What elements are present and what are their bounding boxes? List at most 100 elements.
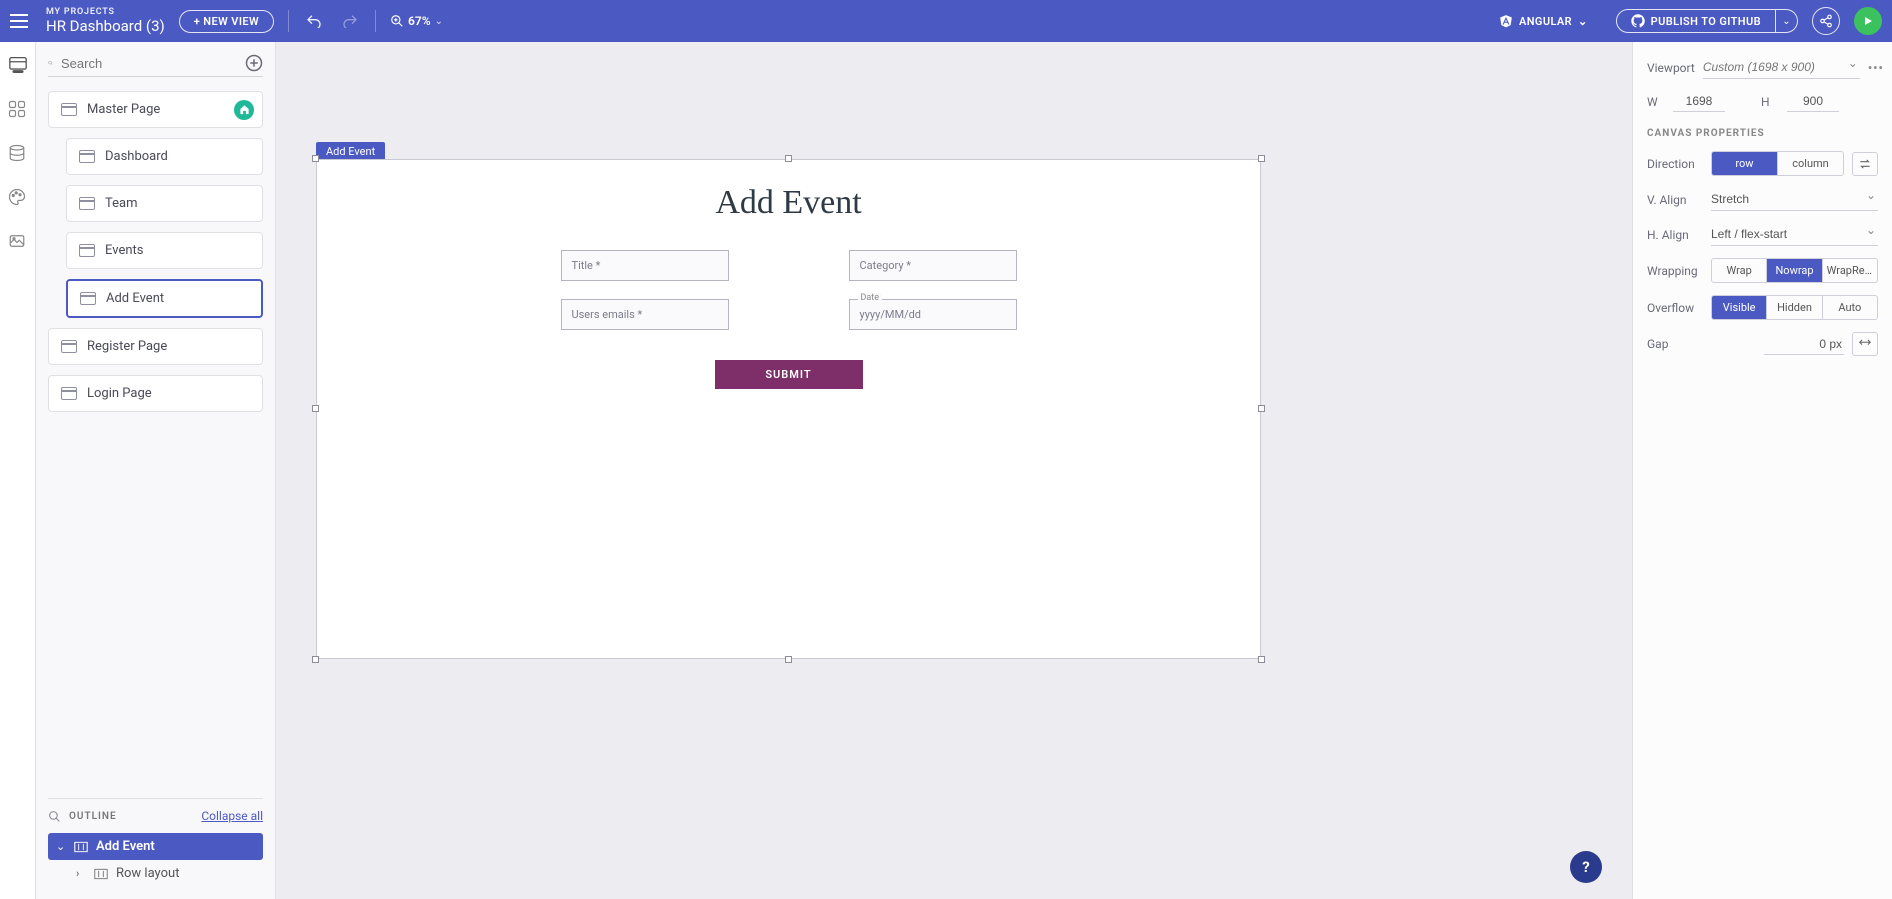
page-label: Events xyxy=(105,243,143,258)
layout-icon xyxy=(74,841,88,853)
users-emails-field[interactable]: Users emails * xyxy=(561,299,729,330)
divider xyxy=(288,10,289,32)
outline-row-layout[interactable]: › Row layout xyxy=(48,860,263,887)
publish-dropdown[interactable]: ⌄ xyxy=(1776,9,1798,33)
form-heading: Add Event xyxy=(317,184,1260,222)
swap-direction-button[interactable] xyxy=(1852,152,1878,176)
collapse-all-link[interactable]: Collapse all xyxy=(201,809,263,823)
publish-button[interactable]: PUBLISH TO GITHUB xyxy=(1616,9,1776,33)
page-events[interactable]: Events xyxy=(66,232,263,269)
page-dashboard[interactable]: Dashboard xyxy=(66,138,263,175)
share-icon xyxy=(1819,14,1833,28)
zoom-dropdown[interactable]: 67% ⌄ xyxy=(390,14,443,28)
menu-button[interactable] xyxy=(10,14,28,28)
outline-section: OUTLINE Collapse all ⌄ Add Event › Row l… xyxy=(48,798,263,887)
nowrap-option[interactable]: Nowrap xyxy=(1766,259,1821,282)
wrap-option[interactable]: Wrap xyxy=(1712,259,1766,282)
outline-root[interactable]: ⌄ Add Event xyxy=(48,833,263,860)
date-field[interactable]: Date yyyy/MM/dd xyxy=(849,299,1017,330)
overflow-hidden[interactable]: Hidden xyxy=(1766,296,1821,319)
resize-handle[interactable] xyxy=(785,656,792,663)
undo-button[interactable] xyxy=(303,10,325,32)
home-badge xyxy=(234,100,254,120)
category-field[interactable]: Category * xyxy=(849,250,1017,281)
main-area: Master Page Dashboard Team Events Add Ev… xyxy=(0,42,1892,899)
search-input[interactable] xyxy=(61,56,237,71)
chevron-down-icon: ⌄ xyxy=(435,16,443,27)
gap-lock-button[interactable] xyxy=(1852,332,1878,356)
properties-panel: Viewport ••• W H CANVAS PROPERTIES Direc… xyxy=(1632,42,1892,899)
design-surface[interactable]: Add Event Title * Category * Users email… xyxy=(316,159,1261,659)
play-icon xyxy=(1862,15,1874,27)
page-title: HR Dashboard (3) xyxy=(46,18,165,35)
framework-dropdown[interactable]: ANGULAR ⌄ xyxy=(1485,10,1602,32)
project-title-block[interactable]: MY PROJECTS HR Dashboard (3) xyxy=(46,8,165,34)
breadcrumb: MY PROJECTS xyxy=(46,8,165,18)
views-icon[interactable] xyxy=(8,56,28,76)
direction-column[interactable]: column xyxy=(1777,152,1843,175)
home-icon xyxy=(239,104,250,115)
zoom-value: 67% xyxy=(408,14,431,28)
resize-handle[interactable] xyxy=(1258,656,1265,663)
assets-icon[interactable] xyxy=(8,232,28,252)
overflow-auto[interactable]: Auto xyxy=(1822,296,1877,319)
gap-input[interactable] xyxy=(1764,334,1844,355)
data-icon[interactable] xyxy=(8,144,28,164)
valign-label: V. Align xyxy=(1647,193,1703,207)
redo-button[interactable] xyxy=(339,10,361,32)
wrapping-toggle: Wrap Nowrap WrapRe... xyxy=(1711,258,1878,283)
wraprev-option[interactable]: WrapRe... xyxy=(1822,259,1877,282)
resize-handle[interactable] xyxy=(785,155,792,162)
preview-button[interactable] xyxy=(1854,7,1882,35)
components-icon[interactable] xyxy=(8,100,28,120)
theme-icon[interactable] xyxy=(8,188,28,208)
canvas[interactable]: Add Event Add Event Title * Category * U… xyxy=(276,42,1632,899)
field-float-label: Date xyxy=(858,293,883,303)
page-register[interactable]: Register Page xyxy=(48,328,263,365)
submit-button[interactable]: SUBMIT xyxy=(715,360,863,389)
page-team[interactable]: Team xyxy=(66,185,263,222)
top-bar: MY PROJECTS HR Dashboard (3) + NEW VIEW … xyxy=(0,0,1892,42)
overflow-visible[interactable]: Visible xyxy=(1712,296,1766,319)
more-menu[interactable]: ••• xyxy=(1868,61,1884,75)
search-icon xyxy=(48,810,61,823)
viewport-select[interactable] xyxy=(1703,56,1860,79)
direction-row[interactable]: row xyxy=(1712,152,1777,175)
page-master[interactable]: Master Page xyxy=(48,91,263,128)
share-button[interactable] xyxy=(1812,7,1840,35)
chevron-right-icon: › xyxy=(76,867,86,880)
page-icon xyxy=(79,150,95,163)
gap-label: Gap xyxy=(1647,337,1703,351)
height-input[interactable] xyxy=(1787,91,1839,112)
field-label: Title * xyxy=(572,259,601,272)
page-label: Dashboard xyxy=(105,149,168,164)
page-label: Team xyxy=(105,196,138,211)
width-input[interactable] xyxy=(1673,91,1725,112)
overflow-label: Overflow xyxy=(1647,301,1703,315)
framework-label: ANGULAR xyxy=(1519,15,1572,28)
section-title: CANVAS PROPERTIES xyxy=(1647,128,1878,139)
chevron-down-icon: ⌄ xyxy=(1578,15,1588,28)
resize-handle[interactable] xyxy=(1258,405,1265,412)
page-login[interactable]: Login Page xyxy=(48,375,263,412)
help-button[interactable]: ? xyxy=(1570,851,1602,883)
resize-handle[interactable] xyxy=(312,405,319,412)
add-page-button[interactable] xyxy=(245,54,263,72)
github-icon xyxy=(1631,14,1645,28)
title-field[interactable]: Title * xyxy=(561,250,729,281)
halign-select[interactable] xyxy=(1711,223,1878,246)
page-add-event[interactable]: Add Event xyxy=(66,279,263,318)
resize-handle[interactable] xyxy=(312,656,319,663)
page-icon xyxy=(61,387,77,400)
resize-handle[interactable] xyxy=(312,155,319,162)
page-label: Master Page xyxy=(87,102,160,117)
outline-title: OUTLINE xyxy=(69,811,117,822)
overflow-toggle: Visible Hidden Auto xyxy=(1711,295,1878,320)
resize-handle[interactable] xyxy=(1258,155,1265,162)
halign-label: H. Align xyxy=(1647,228,1703,242)
layout-icon xyxy=(94,868,108,880)
page-label: Add Event xyxy=(106,291,164,306)
valign-select[interactable] xyxy=(1711,188,1878,211)
new-view-button[interactable]: + NEW VIEW xyxy=(179,10,274,33)
page-icon xyxy=(80,292,96,305)
